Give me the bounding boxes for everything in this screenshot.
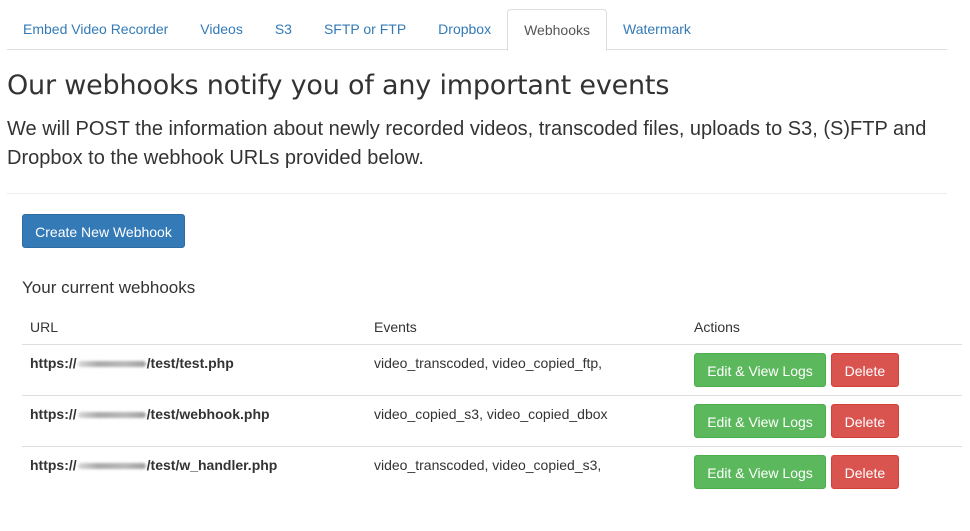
tab-webhooks[interactable]: Webhooks bbox=[507, 9, 607, 51]
webhook-events: video_copied_s3, video_copied_dbox bbox=[366, 395, 686, 447]
column-header-url: URL bbox=[22, 309, 366, 345]
edit-view-logs-button[interactable]: Edit & View Logs bbox=[694, 455, 826, 489]
tab-s3[interactable]: S3 bbox=[259, 9, 308, 50]
delete-button[interactable]: Delete bbox=[830, 404, 899, 438]
url-prefix: https:// bbox=[30, 457, 77, 473]
url-suffix: /test/test.php bbox=[146, 355, 234, 371]
page-description: We will POST the information about newly… bbox=[7, 118, 927, 169]
tab-videos[interactable]: Videos bbox=[184, 9, 259, 50]
webhook-url: https:// /test/webhook.php bbox=[22, 395, 366, 447]
edit-view-logs-button[interactable]: Edit & View Logs bbox=[694, 353, 826, 387]
url-suffix: /test/webhook.php bbox=[146, 406, 270, 422]
webhook-url: https:// /test/w_handler.php bbox=[22, 447, 366, 498]
url-prefix: https:// bbox=[30, 406, 77, 422]
tab-dropbox[interactable]: Dropbox bbox=[422, 9, 507, 50]
current-webhooks-heading: Your current webhooks bbox=[22, 278, 196, 297]
webhook-url: https:// /test/test.php bbox=[22, 344, 366, 396]
tab-sftp-or-ftp[interactable]: SFTP or FTP bbox=[308, 9, 422, 50]
tab-embed-video-recorder[interactable]: Embed Video Recorder bbox=[7, 9, 184, 50]
table-row: https:// /test/webhook.php video_copied_s… bbox=[22, 395, 962, 447]
webhook-actions: Edit & View Logs Delete bbox=[686, 344, 962, 396]
column-header-events: Events bbox=[366, 309, 686, 345]
url-prefix: https:// bbox=[30, 355, 77, 371]
tab-watermark[interactable]: Watermark bbox=[607, 9, 707, 50]
column-header-actions: Actions bbox=[686, 309, 962, 345]
webhooks-table: URL Events Actions https:// /test/test.ph… bbox=[22, 309, 962, 497]
redacted-domain bbox=[77, 463, 146, 470]
table-row: https:// /test/w_handler.php video_transc… bbox=[22, 447, 962, 498]
create-new-webhook-button[interactable]: Create New Webhook bbox=[22, 214, 185, 248]
table-header-row: URL Events Actions bbox=[22, 309, 962, 345]
edit-view-logs-button[interactable]: Edit & View Logs bbox=[694, 404, 826, 438]
delete-button[interactable]: Delete bbox=[830, 353, 899, 387]
delete-button[interactable]: Delete bbox=[830, 455, 899, 489]
webhook-events: video_transcoded, video_copied_ftp, bbox=[366, 344, 686, 396]
webhook-actions: Edit & View Logs Delete bbox=[686, 395, 962, 447]
redacted-domain bbox=[77, 412, 146, 419]
url-suffix: /test/w_handler.php bbox=[146, 457, 278, 473]
table-row: https:// /test/test.php video_transcoded,… bbox=[22, 344, 962, 396]
divider bbox=[7, 193, 947, 194]
webhook-actions: Edit & View Logs Delete bbox=[686, 447, 962, 498]
webhook-events: video_transcoded, video_copied_s3, bbox=[374, 457, 602, 473]
settings-tabs: Embed Video Recorder Videos S3 SFTP or F… bbox=[7, 9, 947, 51]
page-title: Our webhooks notify you of any important… bbox=[7, 70, 670, 101]
redacted-domain bbox=[77, 361, 146, 368]
